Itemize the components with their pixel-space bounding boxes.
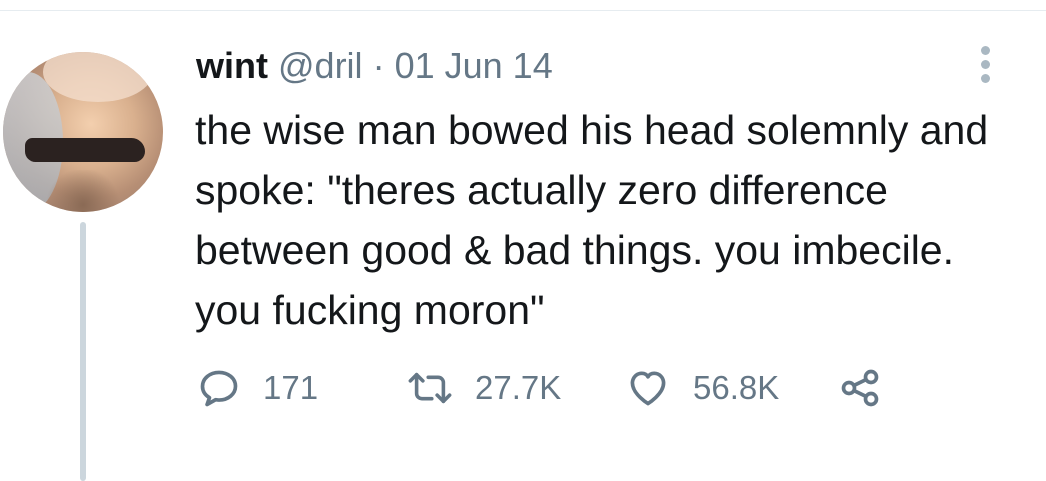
retweet-icon	[405, 366, 455, 410]
like-count: 56.8K	[693, 369, 780, 406]
thread-line	[80, 222, 86, 481]
reply-count: 171	[263, 369, 319, 406]
tweet-text: the wise man bowed his head solemnly and…	[195, 107, 989, 333]
display-name[interactable]: wint	[196, 45, 268, 86]
more-icon[interactable]	[978, 46, 992, 86]
reply-button[interactable]: 171	[197, 360, 318, 416]
tweet-date[interactable]: 01 Jun 14	[395, 45, 553, 86]
retweet-count: 27.7K	[475, 369, 562, 406]
like-button[interactable]: 56.8K	[625, 360, 779, 416]
user-handle[interactable]: @dril	[278, 45, 363, 86]
avatar[interactable]	[3, 52, 163, 212]
retweet-button[interactable]: 27.7K	[405, 360, 561, 416]
tweet-view: wint @dril · 01 Jun 14 the wise man bowe…	[0, 0, 1046, 481]
share-icon	[837, 366, 883, 410]
heart-icon	[625, 366, 671, 410]
separator: ·	[372, 45, 385, 86]
tweet-header: wint @dril · 01 Jun 14	[196, 44, 553, 88]
reply-icon	[197, 366, 241, 410]
divider	[0, 10, 1046, 11]
share-button[interactable]	[837, 360, 883, 416]
